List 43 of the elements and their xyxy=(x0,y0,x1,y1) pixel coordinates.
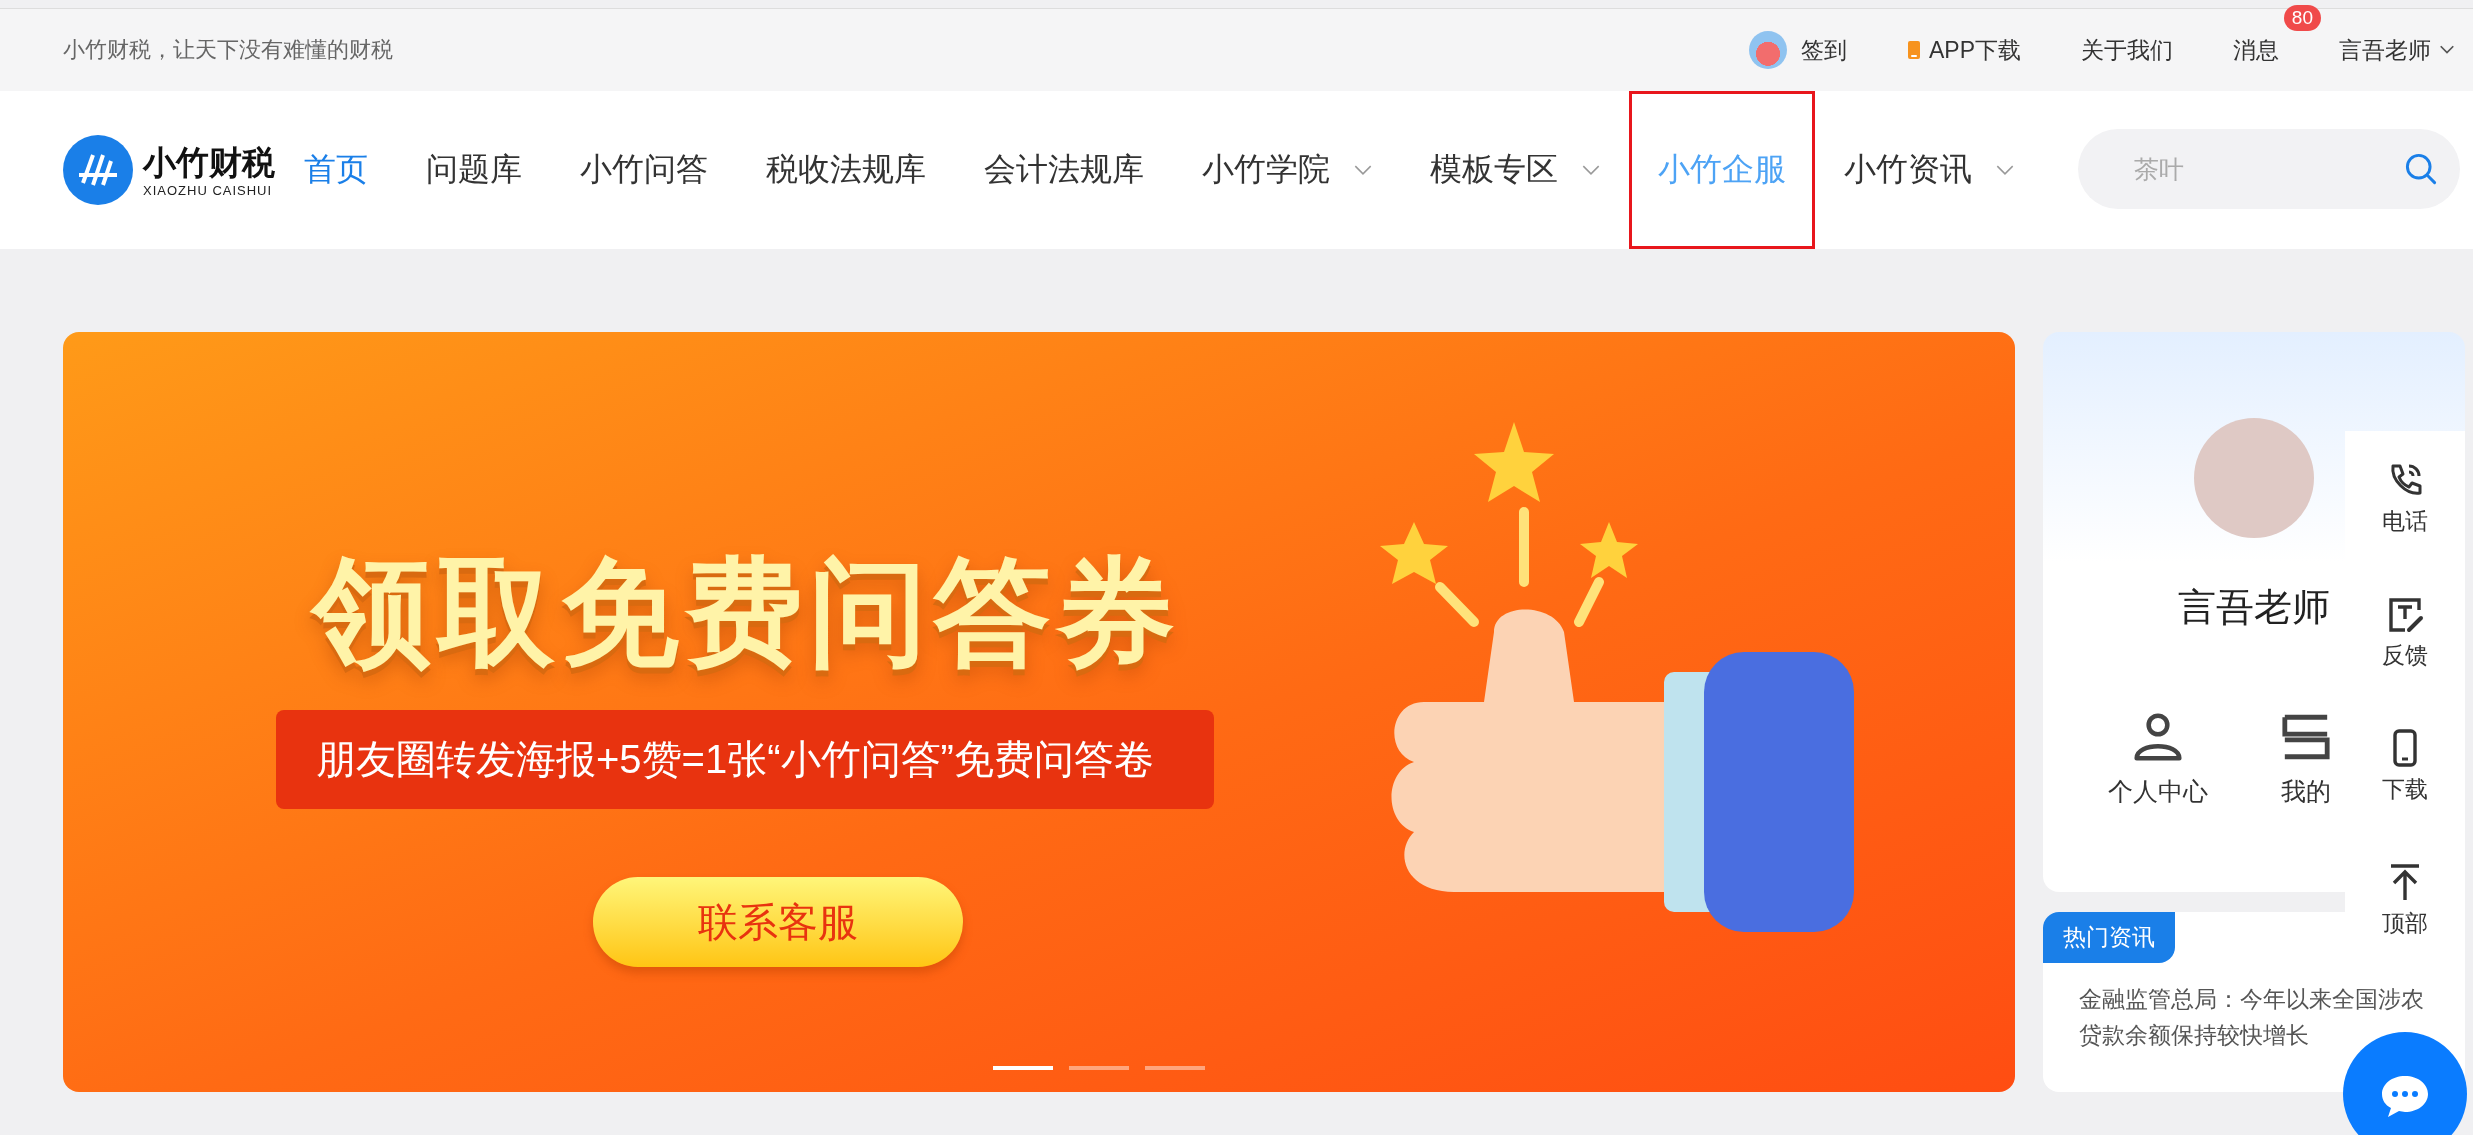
nav-item[interactable]: 税收法规库 xyxy=(737,91,955,249)
user-name: 言吾老师 xyxy=(2178,585,2330,630)
mascot-avatar-icon xyxy=(1748,31,1787,69)
carousel-indicator[interactable] xyxy=(993,1066,1053,1070)
logo-subtitle: XIAOZHU CAISHUI xyxy=(143,182,274,198)
profile-shortcut[interactable]: 个人中心 xyxy=(2108,713,2208,808)
nav-item[interactable]: 小竹学院 xyxy=(1173,91,1401,249)
slogan-text: 小竹财税，让天下没有难懂的财税 xyxy=(63,36,393,64)
side-toolbar-item[interactable]: 反馈 xyxy=(2345,565,2465,699)
nav-item[interactable]: 模板专区 xyxy=(1401,91,1629,249)
nav-item[interactable]: 问题库 xyxy=(397,91,551,249)
nav-item[interactable]: 会计法规库 xyxy=(955,91,1173,249)
carousel-indicator[interactable] xyxy=(1069,1066,1129,1070)
message-count-badge: 80 xyxy=(2283,5,2321,31)
caret-icon xyxy=(2439,45,2455,55)
top-link[interactable]: 言吾老师 xyxy=(2339,34,2431,66)
logo-name: 小竹财税 xyxy=(143,142,275,183)
person-icon xyxy=(2134,713,2182,761)
banner-subtitle: 朋友圈转发海报+5赞=1张“小竹问答”免费问答卷 xyxy=(276,710,1214,809)
carousel-indicator[interactable] xyxy=(1145,1066,1205,1070)
top-link[interactable]: APP下载 xyxy=(1928,34,2021,66)
nav-item[interactable]: 小竹资讯 xyxy=(1815,91,2043,249)
search-icon[interactable] xyxy=(2404,152,2438,186)
hot-news-tag: 热门资讯 xyxy=(2043,912,2175,963)
side-toolbar-item[interactable]: 下载 xyxy=(2345,699,2465,833)
promo-banner[interactable]: 领取免费问答券 朋友圈转发海报+5赞=1张“小竹问答”免费问答卷 联系客服 xyxy=(63,332,2015,1092)
caret-icon xyxy=(1354,164,1372,176)
top-link[interactable]: 消息 xyxy=(2233,34,2279,66)
top-link[interactable]: 关于我们 xyxy=(2081,34,2173,66)
caret-icon xyxy=(1996,164,2014,176)
top-link[interactable]: 签到 xyxy=(1800,34,1847,66)
news-headline[interactable]: 金融监管总局：今年以来全国涉农贷款余额保持较快增长 xyxy=(2079,981,2444,1053)
side-toolbar-item[interactable]: 电话 xyxy=(2345,431,2465,565)
logo-icon xyxy=(63,135,133,205)
nav-item[interactable]: 小竹问答 xyxy=(551,91,737,249)
nav-item[interactable]: 首页 xyxy=(275,91,397,249)
phone-icon xyxy=(1906,40,1921,60)
search-field[interactable]: 茶叶 xyxy=(2078,129,2460,209)
list-icon xyxy=(2282,713,2330,761)
caret-icon xyxy=(1582,164,1600,176)
chat-bubble-icon xyxy=(2380,1074,2430,1118)
profile-shortcut[interactable]: 我的 xyxy=(2281,713,2331,808)
side-toolbar-item[interactable]: 顶部 xyxy=(2345,833,2465,967)
